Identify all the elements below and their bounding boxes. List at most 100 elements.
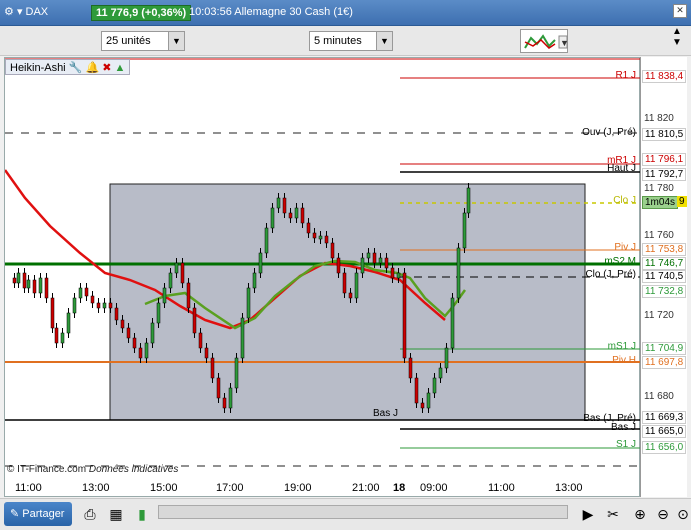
quote-time-and-instrument: 10:03:56 Allemagne 30 Cash (1€) (189, 6, 353, 18)
price-axis-label: 11 760 (644, 230, 674, 241)
dropdown-icon[interactable]: ▾ (17, 6, 23, 18)
candle-body (444, 347, 449, 369)
candle-body (66, 312, 71, 334)
period-select[interactable]: 5 minutes ▼ (309, 31, 393, 51)
candle-body (258, 252, 263, 274)
level-value-tag: 11 753,8 (642, 243, 687, 256)
candle-body (438, 367, 443, 379)
candle-body (144, 342, 149, 359)
candle-body (462, 212, 467, 249)
zoom-reset-icon[interactable]: ⊙ (673, 504, 691, 524)
chart-type-button[interactable]: ▼ (520, 29, 569, 53)
share-button[interactable]: ✎ Partager (4, 502, 72, 526)
candle-body (84, 287, 89, 297)
price-change-badge: 11 776,9 (+0,36%) (91, 5, 192, 21)
price-axis-label: 11 680 (644, 391, 674, 402)
candle-body (324, 235, 329, 244)
level-value-tag: 11 665,0 (642, 425, 687, 438)
candle-body (354, 272, 359, 299)
price-axis-label: 11 780 (644, 183, 674, 194)
time-axis: 11:00 13:00 15:00 17:00 19:00 21:00 18 09:00 11:… (4, 478, 640, 496)
print-icon[interactable]: ⎙ (80, 504, 100, 524)
level-value-tag: 11 704,9 (642, 342, 687, 355)
bottom-toolbar: ✎ Partager ⎙ ▦ ▮ ▶ ✂ ⊕ ⊖ ⊙ (0, 498, 691, 530)
candle-body (120, 319, 125, 329)
candle-body (96, 302, 101, 309)
candle-body (44, 277, 49, 299)
chevron-down-icon[interactable]: ▼ (376, 32, 392, 50)
wrench-icon[interactable]: 🔧 (69, 62, 83, 74)
candle-body (90, 295, 95, 304)
zoom-in-icon[interactable]: ⊕ (630, 504, 650, 524)
candle-body (168, 272, 173, 289)
chart-area[interactable]: Bas J © IT-Finance.com Données indicativ… (3, 57, 641, 498)
candle-body (246, 287, 251, 319)
svg-text:▼: ▼ (560, 38, 569, 48)
zoom-out-icon[interactable]: ⊖ (653, 504, 673, 524)
candle-body (348, 292, 353, 299)
time-axis-label: 11:00 (15, 482, 42, 494)
scroll-right-icon[interactable]: ▶ (578, 504, 598, 524)
bell-icon[interactable]: 🔔 (85, 62, 99, 74)
tools-icon[interactable]: ✂ (603, 504, 623, 524)
symbol-label[interactable]: DAX (26, 6, 49, 18)
level-label: mS2 M (604, 256, 636, 267)
candle-body (466, 187, 471, 214)
level-value-tag: 11 796,1 (642, 153, 687, 166)
level-value-tag: 11 810,5 (642, 128, 687, 141)
remove-indicator-icon[interactable]: ✖ (102, 62, 111, 74)
candle-body (276, 197, 281, 209)
close-window-icon[interactable]: ✕ (673, 4, 687, 18)
candle-body (186, 282, 191, 309)
add-indicator-icon[interactable]: ▲ (115, 62, 126, 74)
scroll-up-icon[interactable]: ▲ (667, 26, 687, 37)
level-value-tag: 11 732,8 (642, 285, 687, 298)
candle-body (78, 287, 83, 299)
candle-body (180, 262, 185, 284)
candle-body (102, 302, 107, 309)
export-icon[interactable]: ▦ (106, 504, 126, 524)
time-axis-label: 18 (393, 482, 406, 494)
candle-body (378, 257, 383, 264)
time-axis-label: 09:00 (420, 482, 448, 494)
candle-body (366, 252, 371, 259)
candle-body (336, 257, 341, 274)
candle-body (150, 322, 155, 344)
period-select-value: 5 minutes (314, 35, 362, 47)
candle-body (108, 302, 113, 309)
time-axis-label: 13:00 (82, 482, 110, 494)
price-chart[interactable]: Bas J © IT-Finance.com Données indicativ… (3, 58, 641, 498)
indicator-bar: Heikin-Ashi 🔧 🔔 ✖ ▲ (5, 59, 131, 75)
units-select[interactable]: 25 unités ▼ (101, 31, 185, 51)
candle-body (216, 377, 221, 399)
candle-body (26, 279, 31, 289)
candle-body (54, 327, 59, 344)
chevron-down-icon[interactable]: ▼ (168, 32, 184, 50)
chart-type-icon: ▼ (524, 34, 569, 49)
scroll-down-icon[interactable]: ▼ (667, 37, 687, 48)
low-box-label: Bas J (373, 408, 398, 419)
candle-body (222, 397, 227, 409)
candle-body (390, 267, 395, 279)
candle-body (12, 277, 17, 284)
candle-body (402, 272, 407, 359)
candle-body (294, 207, 299, 219)
candles-icon[interactable]: ▮ (132, 504, 152, 524)
settings-icon[interactable]: ⚙ (4, 6, 14, 18)
time-axis-label: 15:00 (150, 482, 178, 494)
candle-body (162, 287, 167, 304)
units-select-value: 25 unités (106, 35, 151, 47)
window-controls: ✕ (673, 4, 687, 18)
instrument-name: Allemagne 30 Cash (1€) (234, 6, 353, 18)
candle-body (372, 252, 377, 264)
vertical-scrollbar[interactable]: ▲ ▼ (667, 26, 687, 58)
candle-body (426, 392, 431, 409)
level-label: Clo J (613, 195, 636, 206)
countdown-tag: 1m04s (642, 196, 679, 209)
candle-body (450, 297, 455, 349)
symbol-area[interactable]: ⚙ ▾ DAX (4, 5, 48, 18)
candle-body (282, 197, 287, 214)
scrollbar-track[interactable] (158, 504, 568, 524)
candle-body (132, 337, 137, 349)
indicator-name[interactable]: Heikin-Ashi (10, 62, 66, 74)
